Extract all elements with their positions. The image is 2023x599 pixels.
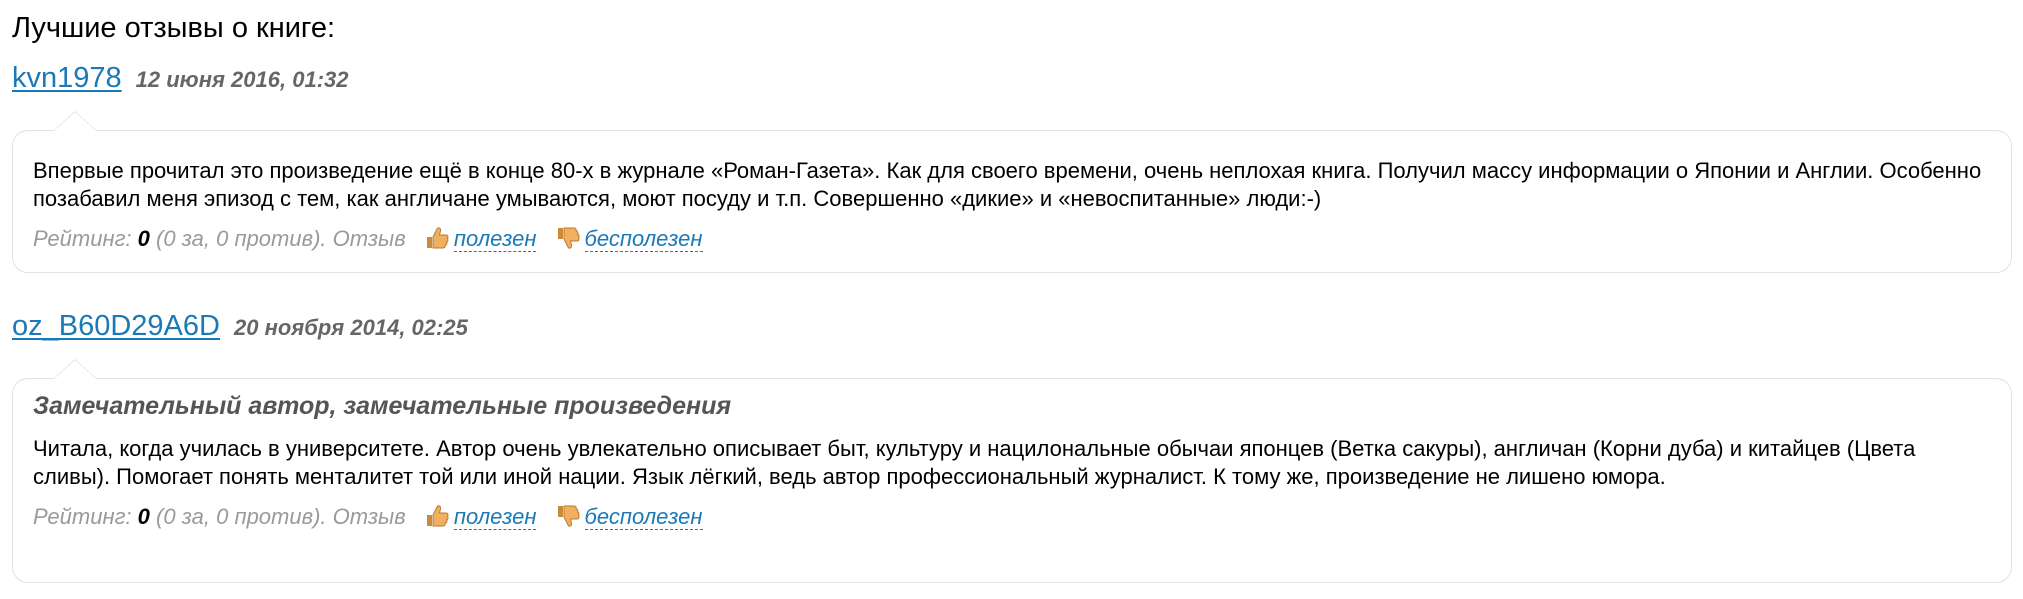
useful-link[interactable]: полезен [453,505,537,530]
thumbs-up-icon[interactable] [424,225,450,251]
rating-line: Рейтинг: 0 (0 за, 0 против). Отзыв полез… [33,223,1991,255]
author-link[interactable]: oz_B60D29A6D [12,310,220,342]
review-date: 12 июня 2016, 01:32 [135,67,349,92]
rating-value: 0 [137,226,150,251]
thumbs-down-icon[interactable] [555,225,581,251]
review-bubble: Замечательный автор, замечательные произ… [12,359,2012,583]
rating-suffix: (0 за, 0 против). Отзыв [149,504,412,529]
section-title: Лучшие отзывы о книге: [12,12,336,44]
review-item: oz_B60D29A6D 20 ноября 2014, 02:25 Замеча… [12,308,2012,583]
review-text: Читала, когда училась в университете. Ав… [33,436,1916,489]
rating-prefix: Рейтинг: [33,226,138,251]
bubble-arrow [53,111,97,131]
thumbs-up-icon[interactable] [424,503,450,529]
review-bubble: Впервые прочитал это произведение ещё в … [12,111,2012,273]
rating-suffix: (0 за, 0 против). Отзыв [149,226,412,251]
useful-link[interactable]: полезен [453,227,537,252]
review-date: 20 ноября 2014, 02:25 [233,315,468,340]
useless-link[interactable]: бесполезен [584,505,703,530]
review-text: Впервые прочитал это произведение ещё в … [33,158,1982,211]
bubble-arrow [53,359,97,379]
review-header: oz_B60D29A6D 20 ноября 2014, 02:25 [12,308,2012,352]
author-link[interactable]: kvn1978 [12,62,122,94]
rating-line: Рейтинг: 0 (0 за, 0 против). Отзыв полез… [33,501,1991,533]
review-item: kvn1978 12 июня 2016, 01:32 Впервые прочи… [12,60,2012,273]
review-header: kvn1978 12 июня 2016, 01:32 [12,60,2012,104]
rating-prefix: Рейтинг: [33,504,138,529]
thumbs-down-icon[interactable] [555,503,581,529]
review-title: Замечательный автор, замечательные произ… [33,392,732,420]
useless-link[interactable]: бесполезен [584,227,703,252]
rating-value: 0 [137,504,150,529]
